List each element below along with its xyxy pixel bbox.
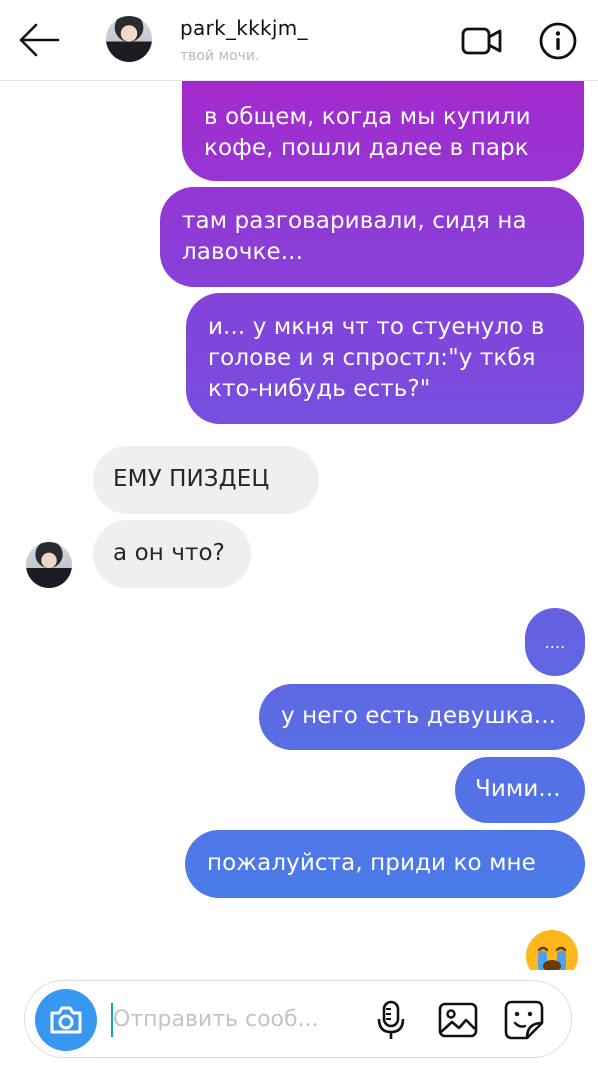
gallery-icon[interactable]	[437, 1001, 479, 1039]
info-icon[interactable]	[538, 21, 578, 61]
chat-header: park_kkkjm_ твой мочи.	[0, 0, 598, 81]
incoming-message[interactable]: а он что?	[93, 520, 251, 588]
contact-username[interactable]: park_kkkjm_	[180, 16, 308, 40]
outgoing-message[interactable]: там разговаривали, сидя на лавочке...	[160, 187, 584, 287]
video-call-icon[interactable]	[460, 22, 504, 60]
crying-face-emoji-icon[interactable]	[524, 926, 580, 970]
outgoing-message[interactable]: и... у мкня чт то стуенуло в голове и я …	[186, 293, 584, 424]
microphone-icon[interactable]	[371, 999, 411, 1041]
sticker-icon[interactable]	[503, 999, 545, 1041]
contact-avatar[interactable]	[106, 16, 152, 62]
message-composer	[24, 980, 572, 1058]
incoming-message[interactable]: ЕМУ ПИЗДЕЦ	[93, 446, 319, 514]
message-input[interactable]	[113, 999, 359, 1039]
back-arrow-icon[interactable]	[16, 20, 60, 60]
contact-status: твой мочи.	[180, 48, 260, 64]
outgoing-message[interactable]: в общем, когда мы купили кофе, пошли дал…	[182, 80, 584, 181]
camera-icon	[50, 1006, 82, 1034]
outgoing-message[interactable]: Чими...	[455, 757, 585, 823]
sender-avatar[interactable]	[26, 542, 72, 588]
camera-button[interactable]	[35, 989, 97, 1051]
outgoing-message[interactable]: ....	[525, 608, 585, 676]
outgoing-message[interactable]: у него есть девушка...	[259, 684, 585, 750]
outgoing-message[interactable]: пожалуйста, приди ко мне	[185, 830, 585, 898]
